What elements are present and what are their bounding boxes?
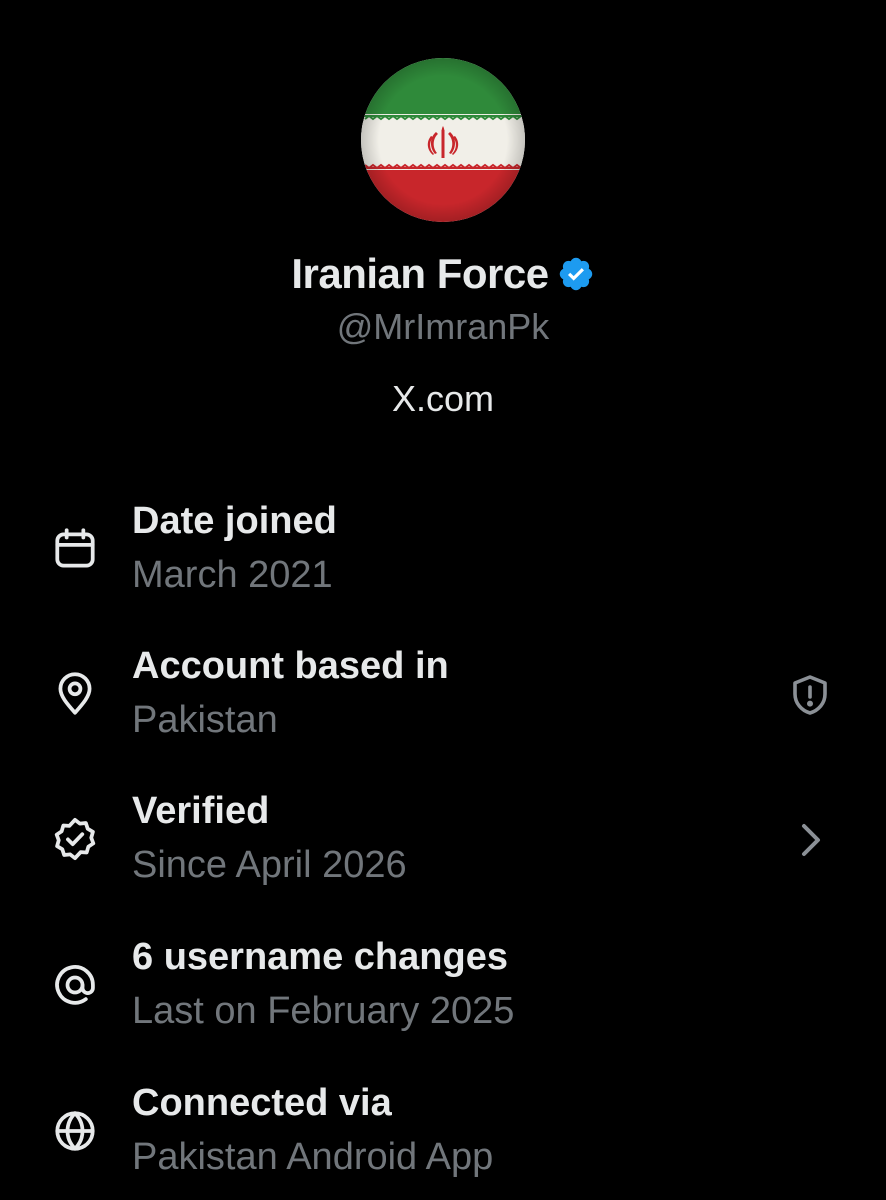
info-row-title: Verified: [132, 790, 270, 832]
info-row-title: Date joined: [132, 500, 337, 542]
info-row-connected-via: Connected via Pakistan Android App: [0, 1072, 886, 1192]
info-row-subtitle: Pakistan: [132, 699, 278, 741]
chevron-right-icon[interactable]: [786, 816, 834, 864]
verified-badge-outline-icon: [54, 817, 96, 861]
info-row-account-based-in[interactable]: Account based in Pakistan: [0, 635, 886, 755]
info-row-date-joined: Date joined March 2021: [0, 490, 886, 610]
globe-icon: [55, 1111, 95, 1151]
shield-alert-icon[interactable]: [786, 671, 834, 719]
at-sign-icon: [55, 965, 95, 1005]
avatar[interactable]: [361, 58, 525, 222]
calendar-icon: [55, 528, 95, 568]
display-name: Iranian Force: [291, 250, 549, 297]
verified-badge-icon[interactable]: [557, 255, 595, 293]
username-handle[interactable]: @MrImranPk: [0, 306, 886, 348]
info-row-subtitle: March 2021: [132, 554, 333, 596]
info-row-title: Account based in: [132, 645, 449, 687]
info-row-username-changes: 6 username changes Last on February 2025: [0, 926, 886, 1046]
info-row-subtitle: Pakistan Android App: [132, 1136, 494, 1178]
name-row: Iranian Force: [0, 250, 886, 298]
info-row-title: 6 username changes: [132, 936, 508, 978]
info-row-title: Connected via: [132, 1082, 392, 1124]
site-label: X.com: [391, 378, 495, 419]
location-pin-icon: [58, 672, 92, 715]
iran-flag-avatar-icon: [361, 58, 525, 222]
info-row-subtitle: Last on February 2025: [132, 990, 515, 1032]
info-row-subtitle: Since April 2026: [132, 844, 407, 886]
info-row-verified[interactable]: Verified Since April 2026: [0, 780, 886, 900]
